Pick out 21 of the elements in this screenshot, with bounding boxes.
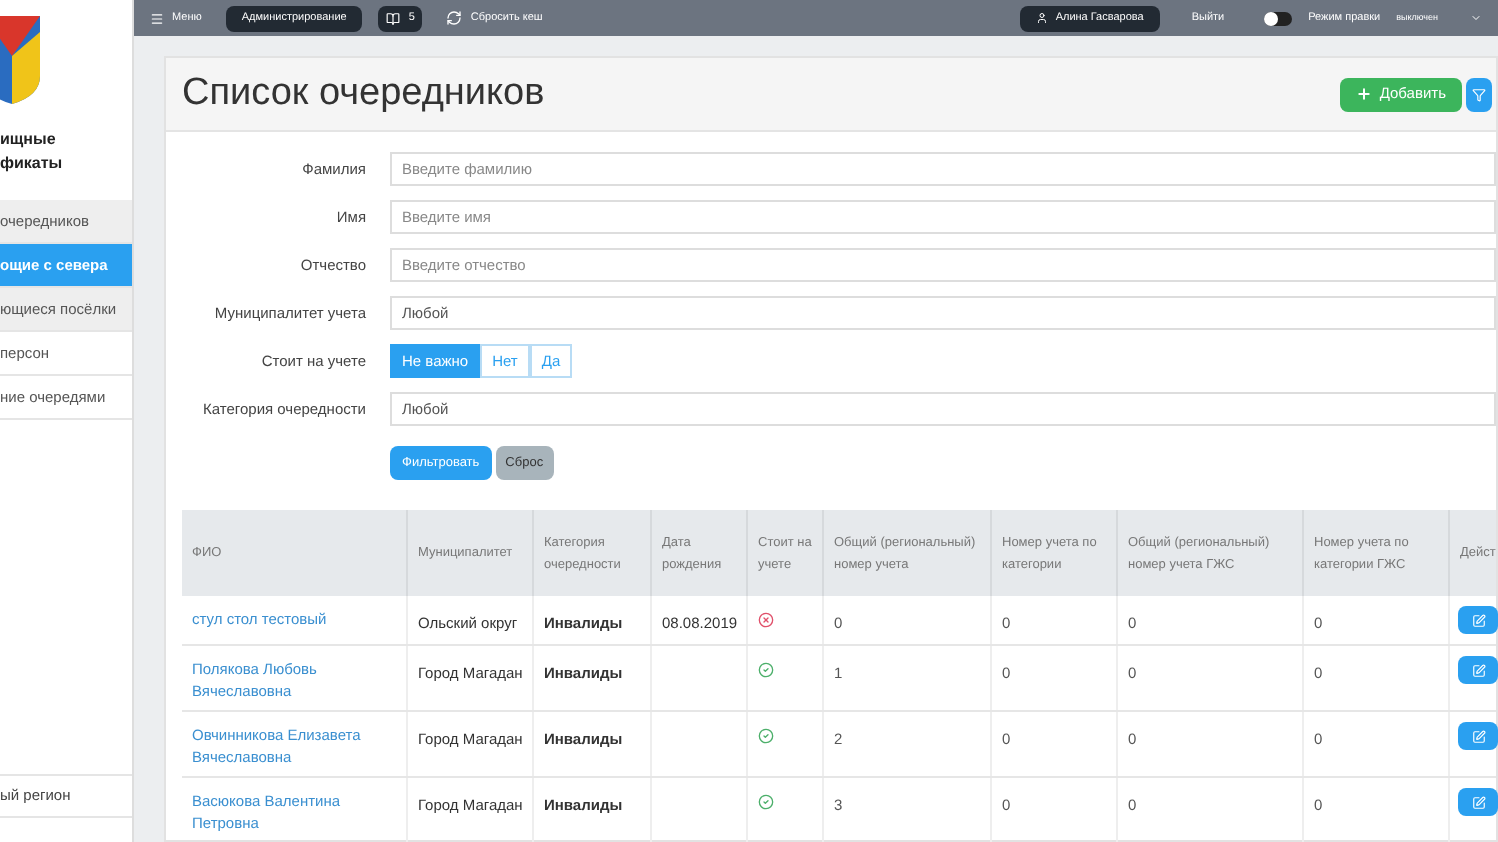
edit-icon <box>1471 729 1485 743</box>
edit-button[interactable] <box>1458 606 1498 634</box>
edit-button[interactable] <box>1458 656 1498 684</box>
user-icon <box>1035 12 1048 24</box>
edit-button[interactable] <box>1458 722 1498 750</box>
filter-icon <box>1472 87 1486 101</box>
plus-icon <box>1355 86 1372 102</box>
menu-icon <box>150 11 164 25</box>
edit-icon <box>1471 795 1485 809</box>
caret-icon <box>1470 12 1482 24</box>
app-title: ищные <box>0 128 58 152</box>
refresh-icon <box>446 10 463 26</box>
edit-icon <box>1471 613 1485 627</box>
book-icon <box>386 11 401 25</box>
edit-mode-switch[interactable] <box>1264 11 1293 25</box>
edit-icon <box>1471 663 1485 677</box>
coat-of-arms-icon <box>0 16 40 104</box>
filter-button[interactable] <box>1466 77 1492 111</box>
app-title: фикаты <box>0 152 65 176</box>
page-title: Список очередников <box>182 69 547 118</box>
edit-button[interactable] <box>1458 788 1498 816</box>
